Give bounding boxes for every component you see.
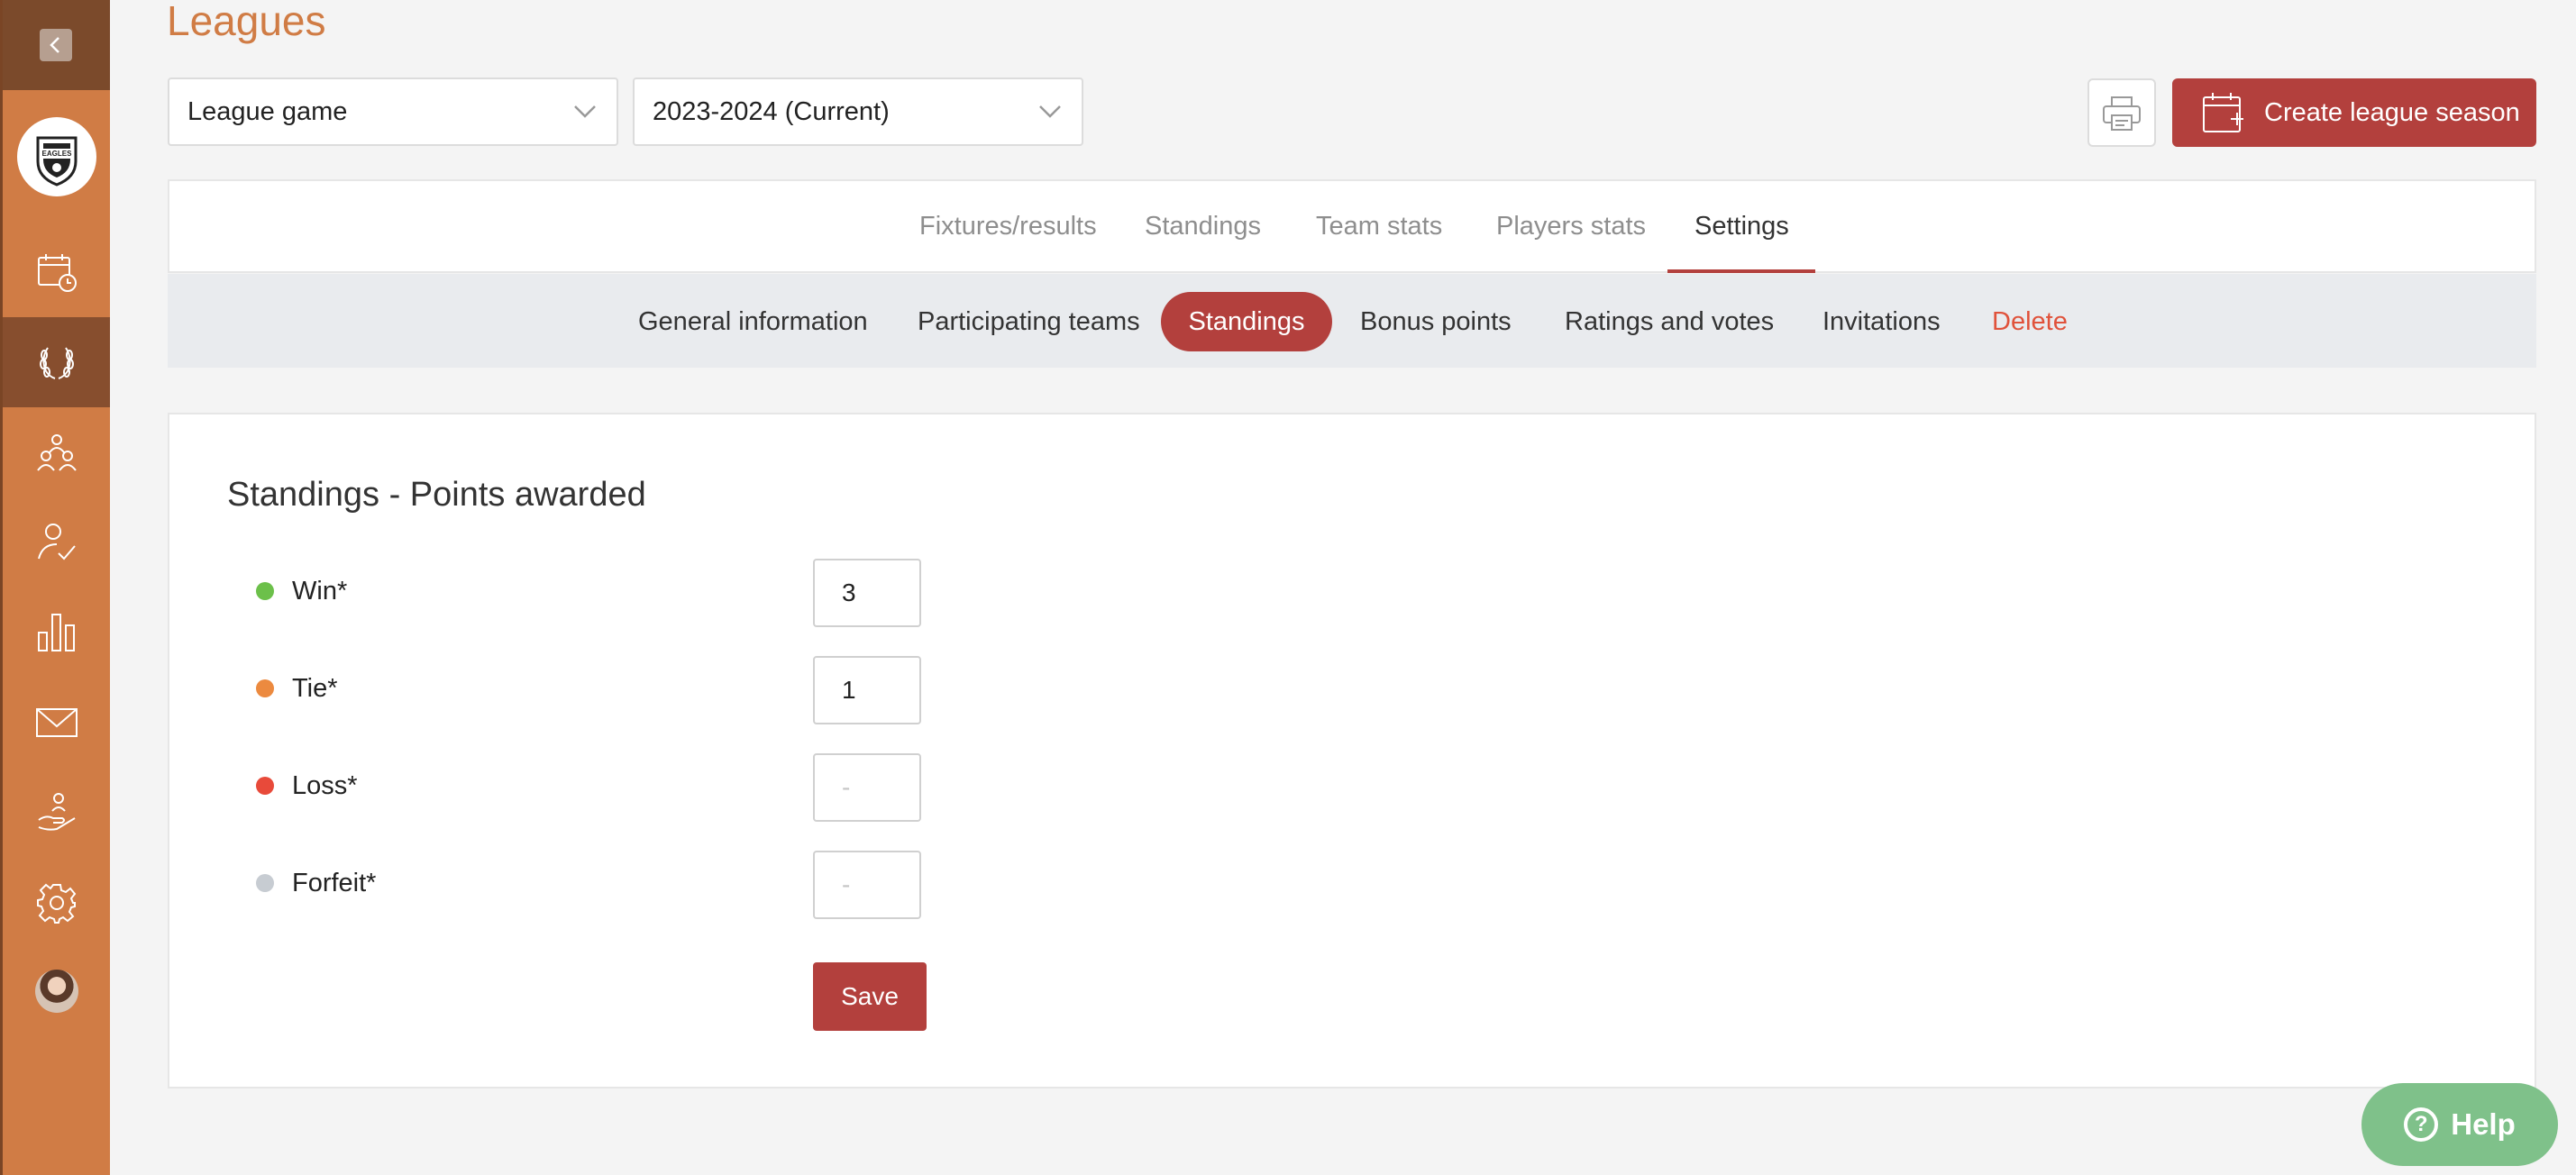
- win-label: Win*: [292, 577, 348, 606]
- win-status-dot: [256, 582, 274, 600]
- svg-text:EAGLES: EAGLES: [42, 150, 73, 158]
- season-select[interactable]: 2023-2024 (Current): [633, 77, 1083, 146]
- user-check-icon: [37, 524, 76, 560]
- sidebar-item-leagues[interactable]: [3, 317, 110, 407]
- laurel-trophy-icon: [39, 347, 74, 379]
- active-tab-indicator: [1667, 269, 1815, 273]
- chevron-left-icon: [50, 37, 59, 53]
- forfeit-status-dot: [256, 874, 274, 892]
- mail-icon: [35, 708, 78, 737]
- tab-fixtures-results[interactable]: Fixtures/results: [919, 181, 1097, 271]
- competition-select-value: League game: [187, 96, 348, 126]
- help-label: Help: [2451, 1107, 2516, 1141]
- forfeit-points-input[interactable]: [813, 851, 921, 919]
- main-tabs: Fixtures/results Standings Team stats Pl…: [168, 179, 2536, 273]
- sidebar-header: [3, 0, 110, 90]
- save-button[interactable]: Save: [813, 962, 927, 1031]
- season-select-value: 2023-2024 (Current): [653, 96, 890, 126]
- sidebar-item-sponsors[interactable]: [3, 768, 110, 858]
- subtab-invitations[interactable]: Invitations: [1822, 292, 1941, 351]
- print-button[interactable]: [2087, 78, 2156, 147]
- user-avatar[interactable]: [35, 970, 78, 1013]
- loss-points-input[interactable]: [813, 753, 921, 822]
- subtab-general-information[interactable]: General information: [638, 292, 868, 351]
- sidebar-item-teams[interactable]: [3, 407, 110, 497]
- tab-settings[interactable]: Settings: [1694, 181, 1789, 271]
- sidebar-item-settings[interactable]: [3, 858, 110, 948]
- chevron-down-icon: [574, 105, 596, 118]
- help-button[interactable]: ? Help: [2361, 1083, 2558, 1166]
- tab-players-stats[interactable]: Players stats: [1496, 181, 1646, 271]
- calendar-clock-icon: [37, 254, 77, 292]
- loss-status-dot: [256, 777, 274, 795]
- subtab-participating-teams[interactable]: Participating teams: [918, 292, 1140, 351]
- points-awarded-title: Standings - Points awarded: [227, 476, 646, 514]
- subtab-standings[interactable]: Standings: [1161, 292, 1332, 351]
- subtab-ratings-and-votes[interactable]: Ratings and votes: [1565, 292, 1774, 351]
- gear-icon: [36, 883, 76, 924]
- sidebar: EAGLES: [0, 0, 110, 1175]
- sidebar-item-messages[interactable]: [3, 678, 110, 768]
- sidebar-item-stats[interactable]: [3, 588, 110, 678]
- calendar-add-icon: [2201, 90, 2246, 135]
- tie-points-input[interactable]: [813, 656, 921, 724]
- sidebar-item-attendance[interactable]: [3, 497, 110, 588]
- create-league-season-button[interactable]: Create league season: [2172, 78, 2536, 147]
- printer-icon: [2103, 96, 2141, 131]
- create-league-season-label: Create league season: [2264, 97, 2520, 127]
- settings-subtabs: General information Participating teams …: [168, 274, 2536, 368]
- win-points-input[interactable]: [813, 559, 921, 627]
- subtab-delete[interactable]: Delete: [1992, 292, 2068, 351]
- points-awarded-card: Standings - Points awarded Win* Tie* Los…: [168, 413, 2536, 1088]
- tie-status-dot: [256, 679, 274, 697]
- question-mark-icon: ?: [2404, 1107, 2439, 1142]
- subtab-bonus-points[interactable]: Bonus points: [1360, 292, 1512, 351]
- forfeit-label: Forfeit*: [292, 869, 377, 897]
- competition-select[interactable]: League game: [168, 77, 618, 146]
- tab-standings[interactable]: Standings: [1145, 181, 1261, 271]
- tie-label: Tie*: [292, 674, 338, 703]
- eagles-crest-icon: EAGLES: [36, 136, 78, 187]
- loss-label: Loss*: [292, 771, 358, 800]
- club-logo[interactable]: EAGLES: [17, 117, 96, 196]
- team-users-icon: [36, 434, 77, 471]
- tab-team-stats[interactable]: Team stats: [1316, 181, 1442, 271]
- page-title: Leagues: [167, 0, 326, 44]
- sidebar-item-calendar[interactable]: [3, 227, 110, 317]
- chevron-down-icon: [1039, 105, 1061, 118]
- hand-user-icon: [37, 793, 76, 831]
- bar-chart-icon: [37, 614, 75, 651]
- collapse-sidebar-button[interactable]: [40, 29, 72, 61]
